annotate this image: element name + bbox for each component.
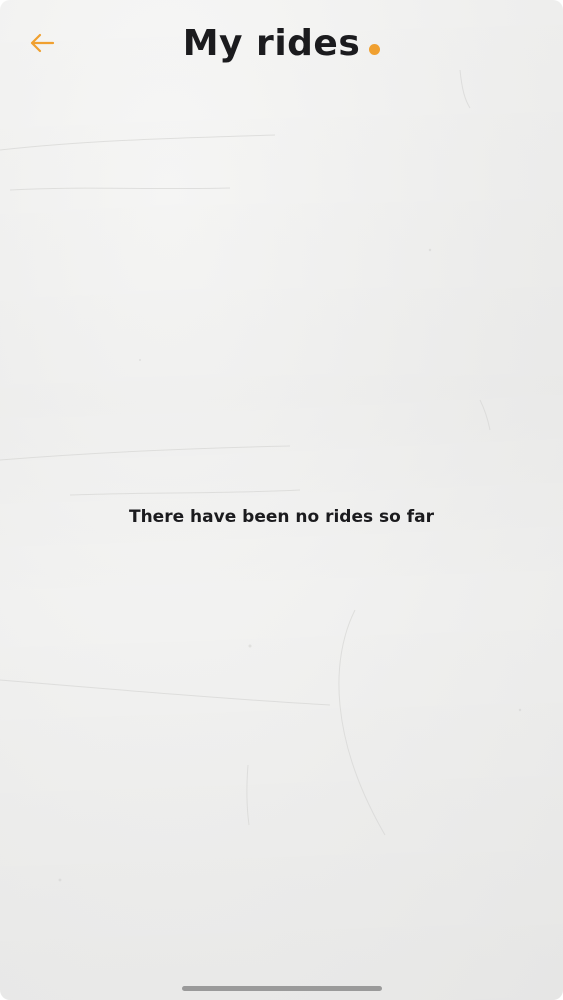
header: My rides: [0, 18, 563, 70]
my-rides-screen: My rides There have been no rides so far: [0, 0, 563, 1000]
paper-texture: [0, 69, 522, 882]
home-indicator[interactable]: [182, 986, 382, 991]
page-title: My rides: [182, 23, 361, 64]
empty-state-message: There have been no rides so far: [128, 507, 435, 527]
title-accent-dot: [369, 43, 381, 55]
